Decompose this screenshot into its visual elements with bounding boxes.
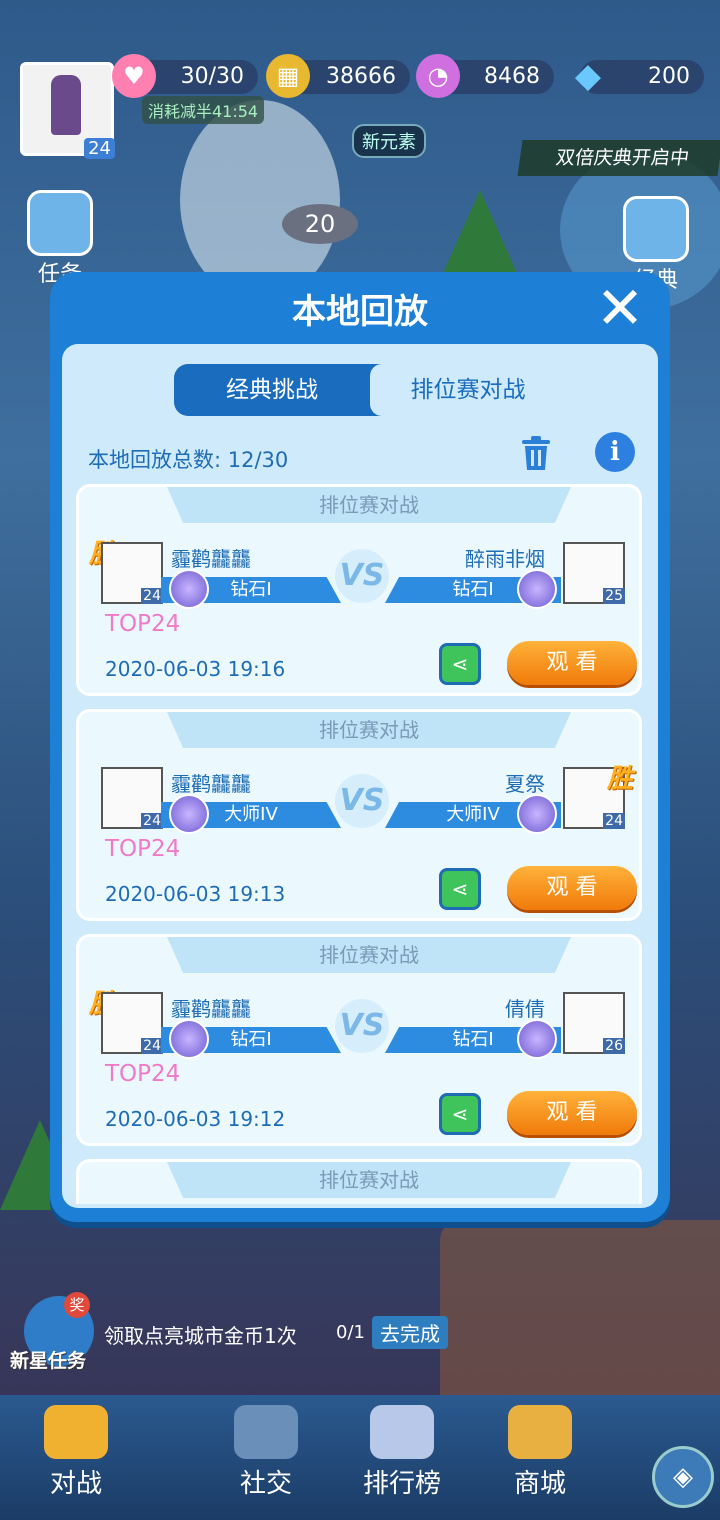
watch-button[interactable]: 观 看 (507, 1091, 637, 1135)
placement-label: TOP24 (105, 836, 181, 862)
card-header: 排位赛对战 (167, 937, 571, 973)
player-right-name: 夏祭 (505, 772, 545, 796)
nav-leaderboard[interactable]: 排行榜 (332, 1395, 472, 1520)
quest-label: 新星任务 (10, 1350, 87, 1372)
player-right-avatar[interactable]: 25 (563, 542, 625, 604)
watch-button[interactable]: 观 看 (507, 866, 637, 910)
replay-card: 排位赛对战 胜 24 霾鹳龘龘 钻石I VS 倩倩 钻石I 26 TOP24 2… (76, 934, 642, 1146)
close-icon[interactable]: ✕ (590, 278, 650, 338)
dialog-title: 本地回放 (292, 292, 428, 332)
player-left-avatar[interactable]: 24 (101, 542, 163, 604)
new-star-quest[interactable]: 奖 新星任务 领取点亮城市金币1次 0/1 去完成 (10, 1292, 524, 1376)
player-left-name: 霾鹳龘龘 (171, 997, 251, 1021)
trash-icon[interactable] (520, 436, 552, 472)
replay-card: 排位赛对战 胜 24 霾鹳龘龘 钻石I VS 醉雨非烟 钻石I 25 TOP24… (76, 484, 642, 696)
energy-counter[interactable]: ◔ 8468 (416, 54, 554, 98)
replay-tabs: 经典挑战 排位赛对战 (174, 364, 566, 416)
share-icon[interactable]: ⋖ (439, 1093, 481, 1135)
win-badge: 胜 (607, 764, 634, 794)
rank-emblem-icon (169, 569, 209, 609)
rank-emblem-icon (517, 1019, 557, 1059)
castle-icon (623, 196, 689, 262)
vs-label: VS (335, 999, 389, 1053)
share-icon[interactable]: ⋖ (439, 643, 481, 685)
vs-label: VS (335, 774, 389, 828)
double-event-banner[interactable]: 双倍庆典开启中 (517, 140, 720, 176)
quest-text: 领取点亮城市金币1次 (104, 1324, 297, 1348)
background-tree (440, 190, 520, 280)
tab-ranked-battle[interactable]: 排位赛对战 (370, 364, 566, 416)
gold-coin-icon: ▦ (266, 54, 310, 98)
map-level-marker[interactable]: 20 (282, 204, 358, 244)
energy-icon: ◔ (416, 54, 460, 98)
player-right-name: 倩倩 (505, 997, 545, 1021)
dialog-body: 经典挑战 排位赛对战 本地回放总数: 12/30 i 排位赛对战 胜 24 霾鹳… (62, 344, 658, 1208)
nav-social[interactable]: 社交 (196, 1395, 336, 1520)
chat-icon (234, 1405, 298, 1459)
placement-label: TOP24 (105, 1061, 181, 1087)
tab-classic-challenge[interactable]: 经典挑战 (174, 364, 370, 416)
replay-datetime: 2020-06-03 19:13 (105, 882, 286, 906)
trophy-icon (44, 1405, 108, 1459)
replay-total-count: 本地回放总数: 12/30 (88, 448, 289, 472)
replay-card: 排位赛对战 24 霾鹳龘龘 大师IV VS 夏祭 大师IV 24 胜 TOP24… (76, 709, 642, 921)
player-right-avatar[interactable]: 26 (563, 992, 625, 1054)
player-left-avatar[interactable]: 24 (101, 992, 163, 1054)
nav-shop[interactable]: 商城 (470, 1395, 610, 1520)
gold-counter[interactable]: ▦ 38666 (266, 54, 410, 98)
rank-emblem-icon (517, 794, 557, 834)
local-replay-dialog: 本地回放 ✕ 经典挑战 排位赛对战 本地回放总数: 12/30 i 排位赛对战 … (50, 272, 670, 1222)
player-left-name: 霾鹳龘龘 (171, 772, 251, 796)
placement-label: TOP24 (105, 611, 181, 637)
info-icon[interactable]: i (595, 432, 635, 472)
corner-menu-icon[interactable]: ◈ (652, 1446, 714, 1508)
heart-icon: ♥ (112, 54, 156, 98)
watch-button[interactable]: 观 看 (507, 641, 637, 685)
quest-go-button[interactable]: 去完成 (372, 1316, 448, 1349)
card-header: 排位赛对战 (167, 1162, 571, 1198)
half-cost-timer: 消耗减半41:54 (142, 96, 265, 124)
rank-emblem-icon (517, 569, 557, 609)
replay-list[interactable]: 排位赛对战 胜 24 霾鹳龘龘 钻石I VS 醉雨非烟 钻石I 25 TOP24… (68, 484, 652, 1204)
player-right-name: 醉雨非烟 (465, 547, 545, 571)
diamond-icon: ◆ (574, 56, 602, 96)
card-header: 排位赛对战 (167, 712, 571, 748)
replay-card: 排位赛对战 (76, 1159, 642, 1204)
bottom-nav: 对战 社交 排行榜 商城 (0, 1395, 720, 1520)
reward-badge: 奖 (64, 1292, 90, 1318)
new-element-label[interactable]: 新元素 (352, 124, 426, 158)
rank-emblem-icon (169, 1019, 209, 1059)
hearts-counter[interactable]: ♥ 30/30 (112, 54, 258, 98)
player-avatar[interactable]: 24 (20, 62, 115, 159)
rank-emblem-icon (169, 794, 209, 834)
diamond-counter[interactable]: ◆ 200 (575, 56, 704, 96)
replay-datetime: 2020-06-03 19:12 (105, 1107, 286, 1131)
avatar-level: 24 (84, 138, 115, 159)
vs-label: VS (335, 549, 389, 603)
share-icon[interactable]: ⋖ (439, 868, 481, 910)
replay-datetime: 2020-06-03 19:16 (105, 657, 286, 681)
background-road (180, 100, 340, 300)
player-left-name: 霾鹳龘龘 (171, 547, 251, 571)
avatar-figure (51, 75, 81, 135)
card-header: 排位赛对战 (167, 487, 571, 523)
quest-progress: 0/1 (336, 1322, 365, 1343)
nav-battle[interactable]: 对战 (6, 1395, 146, 1520)
player-left-avatar[interactable]: 24 (101, 767, 163, 829)
calendar-icon (27, 190, 93, 256)
shop-cart-icon (508, 1405, 572, 1459)
podium-icon (370, 1405, 434, 1459)
